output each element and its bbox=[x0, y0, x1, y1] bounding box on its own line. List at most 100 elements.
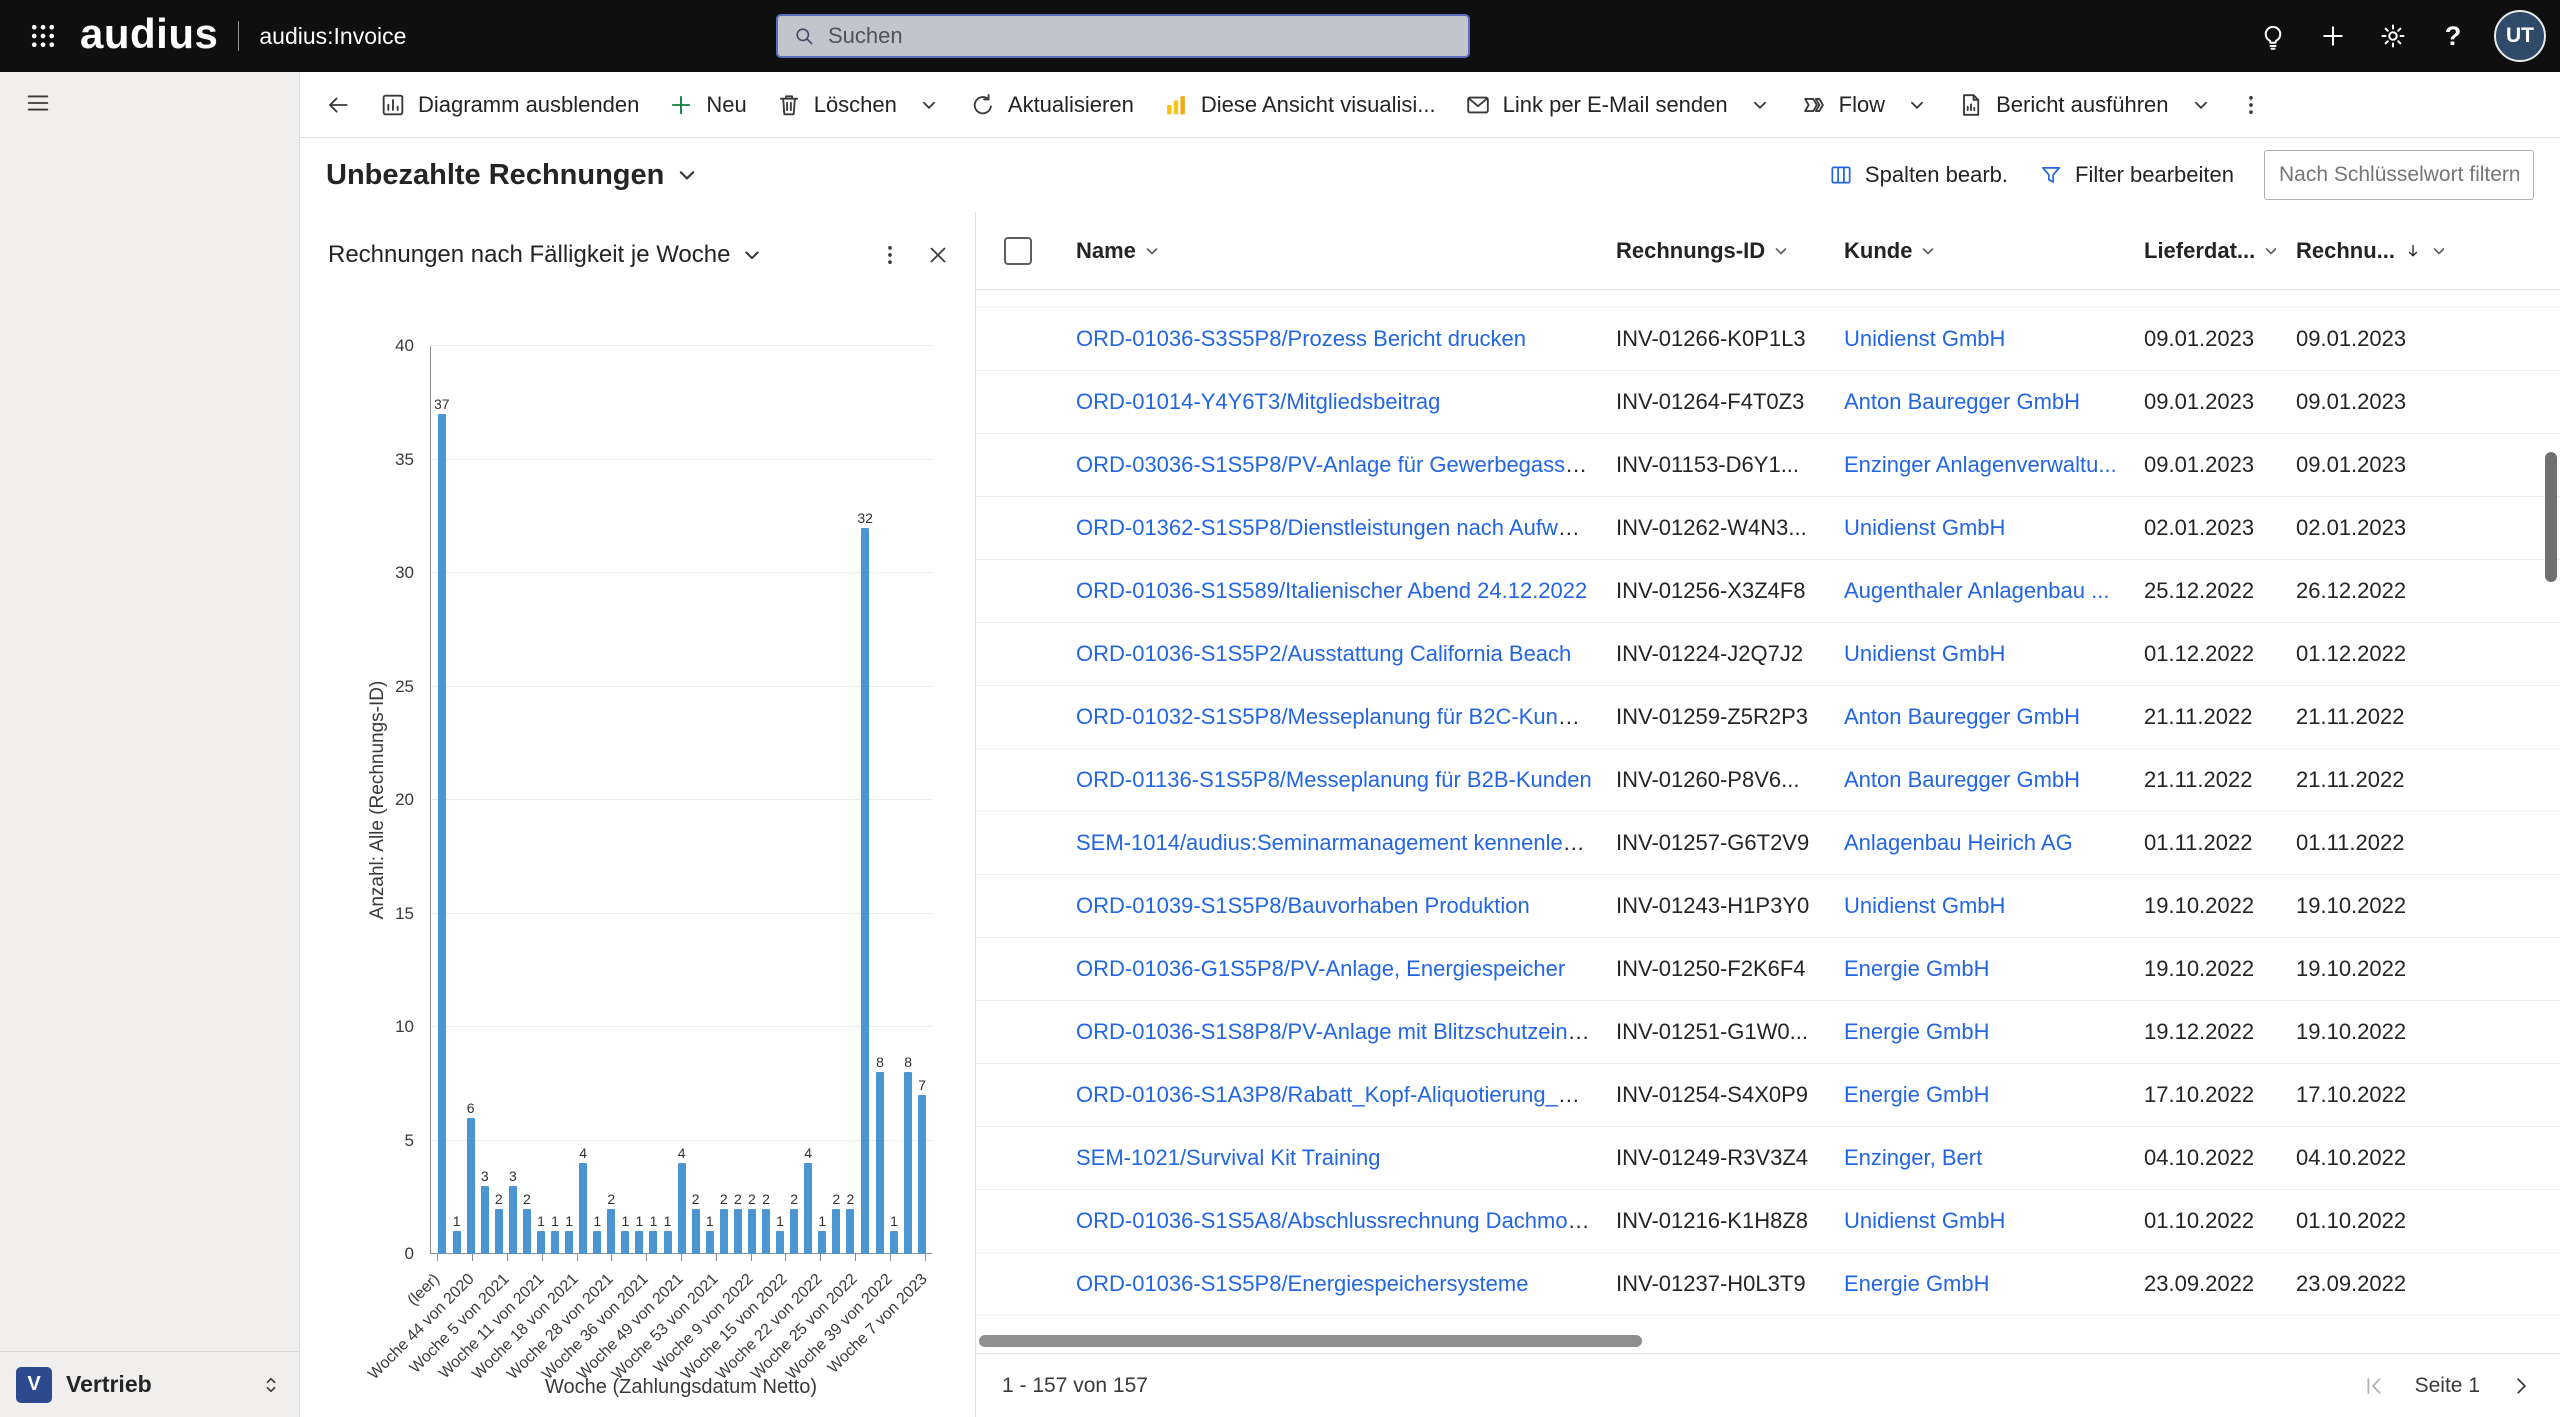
chart-bar[interactable]: 1 bbox=[450, 346, 464, 1254]
chart-bar[interactable]: 2 bbox=[745, 346, 759, 1254]
chart-bar[interactable]: 2 bbox=[492, 346, 506, 1254]
chart-bar[interactable]: 3 bbox=[478, 346, 492, 1254]
column-header-lieferdat[interactable]: Lieferdat... bbox=[2132, 212, 2284, 289]
user-avatar[interactable]: UT bbox=[2494, 10, 2546, 62]
customer-link[interactable]: Energie GmbH bbox=[1844, 1271, 1990, 1296]
chart-bar[interactable]: 1 bbox=[661, 346, 675, 1254]
chart-more-commands-button[interactable] bbox=[867, 232, 913, 278]
vertical-scrollbar[interactable] bbox=[2542, 212, 2560, 1327]
menu-toggle-button[interactable] bbox=[8, 72, 68, 134]
invoice-name-link[interactable]: ORD-01036-S1S5P2/Ausstattung California … bbox=[1076, 641, 1571, 666]
invoice-name-link[interactable]: ORD-01136-S1S5P8/Messeplanung für B2B-Ku… bbox=[1076, 767, 1592, 792]
chart-bar[interactable]: 2 bbox=[829, 346, 843, 1254]
customer-link[interactable]: Augenthaler Anlagenbau ... bbox=[1844, 578, 2109, 603]
app-launcher-button[interactable] bbox=[16, 9, 70, 63]
view-selector[interactable]: Unbezahlte Rechnungen bbox=[326, 159, 698, 192]
table-row[interactable]: ORD-01014-Y4Y6T3/Mitgliedsbeitrag INV-012… bbox=[976, 371, 2560, 434]
invoice-name-link[interactable]: ORD-01039-S1S5P8/Bauvorhaben Produktion bbox=[1076, 893, 1530, 918]
chart-bar[interactable]: 1 bbox=[815, 346, 829, 1254]
chart-bar[interactable]: 8 bbox=[901, 346, 915, 1254]
first-page-button[interactable] bbox=[2361, 1373, 2387, 1399]
chart-bar[interactable]: 1 bbox=[548, 346, 562, 1254]
customer-link[interactable]: Unidienst GmbH bbox=[1844, 326, 2005, 351]
area-switcher[interactable]: V Vertrieb bbox=[0, 1351, 299, 1417]
chart-bar[interactable]: 32 bbox=[857, 346, 873, 1254]
chart-bar[interactable]: 1 bbox=[646, 346, 660, 1254]
command-neu[interactable]: Neu bbox=[654, 79, 759, 131]
chart-bar[interactable]: 2 bbox=[759, 346, 773, 1254]
table-row[interactable]: ORD-01036-S1S589/Italienischer Abend 24.… bbox=[976, 560, 2560, 623]
command-link-per-e-mail-senden-dropdown[interactable] bbox=[1743, 79, 1777, 131]
chart-bar[interactable]: 2 bbox=[604, 346, 618, 1254]
next-page-button[interactable] bbox=[2508, 1373, 2534, 1399]
customer-link[interactable]: Enzinger, Bert bbox=[1844, 1145, 1982, 1170]
table-row[interactable]: ORD-01036-S1S5P2/Ausstattung California … bbox=[976, 623, 2560, 686]
customer-link[interactable]: Energie GmbH bbox=[1844, 1019, 1990, 1044]
invoice-name-link[interactable]: ORD-01036-S1S589/Italienischer Abend 24.… bbox=[1076, 578, 1587, 603]
invoice-name-link[interactable]: ORD-01036-S1S5P8/Energiespeichersysteme bbox=[1076, 1271, 1528, 1296]
table-row[interactable]: ORD-03036-S1S5P8/PV-Anlage für Gewerbega… bbox=[976, 434, 2560, 497]
horizontal-scrollbar-thumb[interactable] bbox=[979, 1335, 1642, 1347]
customer-link[interactable]: Unidienst GmbH bbox=[1844, 1208, 2005, 1233]
chart-bar[interactable]: 4 bbox=[576, 346, 590, 1254]
help-button[interactable]: ? bbox=[2426, 9, 2480, 63]
chart-bar[interactable]: 7 bbox=[915, 346, 929, 1254]
select-all-checkbox[interactable] bbox=[1004, 236, 1032, 265]
chart-bar[interactable]: 1 bbox=[618, 346, 632, 1254]
customer-link[interactable]: Energie GmbH bbox=[1844, 956, 1990, 981]
table-row[interactable]: ORD-01032-S1S5P8/Messeplanung für B2C-Ku… bbox=[976, 686, 2560, 749]
chart-close-button[interactable] bbox=[915, 232, 961, 278]
table-row[interactable]: ORD-01036-G1S5P8/PV-Anlage, Energiespeic… bbox=[976, 938, 2560, 1001]
command-diagramm-ausblenden[interactable]: Diagramm ausblenden bbox=[366, 79, 652, 131]
column-header-rechnu[interactable]: Rechnu... bbox=[2284, 212, 2445, 289]
table-row[interactable]: ORD-01036-S1A3P8/Rabatt_Kopf-Aliquotieru… bbox=[976, 1064, 2560, 1127]
customer-link[interactable]: Anton Bauregger GmbH bbox=[1844, 389, 2080, 414]
command-bericht-ausführen[interactable]: Bericht ausführen bbox=[1944, 79, 2181, 131]
customer-link[interactable]: Energie GmbH bbox=[1844, 1082, 1990, 1107]
command-löschen-dropdown[interactable] bbox=[912, 79, 946, 131]
chart-bar[interactable]: 2 bbox=[717, 346, 731, 1254]
chart-selector[interactable]: Rechnungen nach Fälligkeit je Woche bbox=[328, 241, 762, 269]
command-diese-ansicht-visualisi[interactable]: Diese Ansicht visualisi... bbox=[1149, 79, 1449, 131]
table-row[interactable]: ORD-01039-S1S5P8/Bauvorhaben Produktion I… bbox=[976, 875, 2560, 938]
invoice-name-link[interactable]: ORD-01014-Y4Y6T3/Mitgliedsbeitrag bbox=[1076, 389, 1440, 414]
suggestions-button[interactable] bbox=[2246, 9, 2300, 63]
customer-link[interactable]: Unidienst GmbH bbox=[1844, 641, 2005, 666]
chart-bar[interactable]: 2 bbox=[520, 346, 534, 1254]
table-row[interactable]: SEM-1014/audius:Seminarmanagement kennen… bbox=[976, 812, 2560, 875]
command-flow-dropdown[interactable] bbox=[1900, 79, 1934, 131]
horizontal-scrollbar[interactable] bbox=[976, 1329, 2560, 1353]
invoice-name-link[interactable]: ORD-01362-S1S5P8/Dienstleistungen nach A… bbox=[1076, 515, 1601, 540]
chart-bar[interactable]: 2 bbox=[731, 346, 745, 1254]
search-input[interactable] bbox=[828, 23, 1454, 49]
command-bericht-ausführen-dropdown[interactable] bbox=[2184, 79, 2218, 131]
edit-filters-button[interactable]: Filter bearbeiten bbox=[2038, 162, 2234, 188]
vertical-scrollbar-thumb[interactable] bbox=[2545, 452, 2557, 582]
chart-bar[interactable]: 1 bbox=[887, 346, 901, 1254]
invoice-name-link[interactable]: SEM-1014/audius:Seminarmanagement kennen… bbox=[1076, 830, 1601, 855]
table-row[interactable]: ORD-01036-S1S8P8/PV-Anlage mit Blitzschu… bbox=[976, 1001, 2560, 1064]
customer-link[interactable]: Anton Bauregger GmbH bbox=[1844, 767, 2080, 792]
chart-bar[interactable]: 2 bbox=[787, 346, 801, 1254]
column-header-kunde[interactable]: Kunde bbox=[1832, 212, 2132, 289]
table-row[interactable]: ORD-01136-S1S5P8/Messeplanung für B2B-Ku… bbox=[976, 749, 2560, 812]
chart-bar[interactable]: 2 bbox=[843, 346, 857, 1254]
table-row[interactable]: ORD-01036-S1S5A8/Abschlussrechnung Dachm… bbox=[976, 1190, 2560, 1253]
command-link-per-e-mail-senden[interactable]: Link per E-Mail senden bbox=[1451, 79, 1741, 131]
chart-bar[interactable]: 6 bbox=[464, 346, 478, 1254]
quick-create-button[interactable] bbox=[2306, 9, 2360, 63]
customer-link[interactable]: Enzinger Anlagenverwaltu... bbox=[1844, 452, 2117, 477]
chart-bar[interactable]: 1 bbox=[773, 346, 787, 1254]
customer-link[interactable]: Unidienst GmbH bbox=[1844, 515, 2005, 540]
chart-bar[interactable]: 8 bbox=[873, 346, 887, 1254]
table-row[interactable]: ORD-01036-S1S5P8/Energiespeichersysteme I… bbox=[976, 1253, 2560, 1316]
invoice-name-link[interactable]: ORD-01036-G1S5P8/PV-Anlage, Energiespeic… bbox=[1076, 956, 1565, 981]
edit-columns-button[interactable]: Spalten bearb. bbox=[1828, 162, 2008, 188]
invoice-name-link[interactable]: ORD-01032-S1S5P8/Messeplanung für B2C-Ku… bbox=[1076, 704, 1595, 729]
chart-bar[interactable]: 1 bbox=[632, 346, 646, 1254]
chart-bar[interactable]: 2 bbox=[689, 346, 703, 1254]
back-button[interactable] bbox=[310, 79, 366, 131]
invoice-name-link[interactable]: ORD-01036-S1S8P8/PV-Anlage mit Blitzschu… bbox=[1076, 1019, 1598, 1044]
command-aktualisieren[interactable]: Aktualisieren bbox=[956, 79, 1147, 131]
chart-bar[interactable]: 37 bbox=[434, 346, 450, 1254]
